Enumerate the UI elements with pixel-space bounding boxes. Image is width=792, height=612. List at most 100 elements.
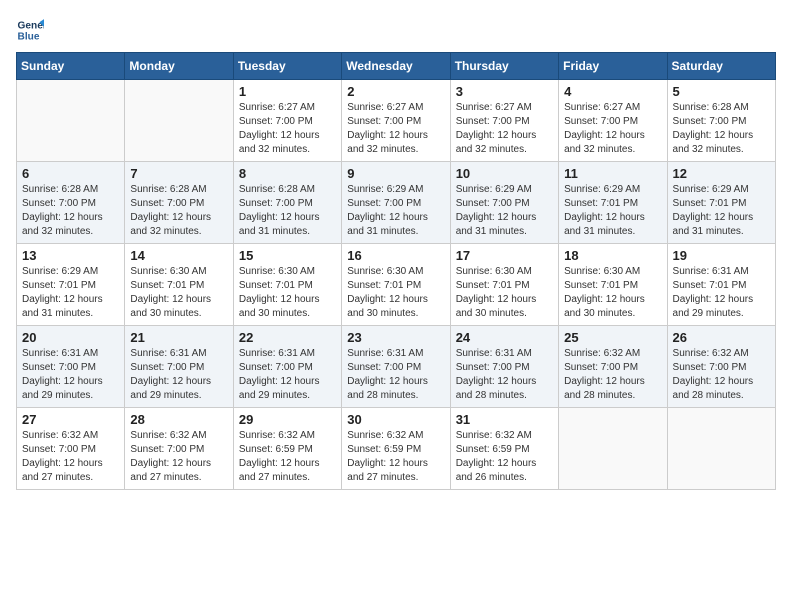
calendar-week-row: 6 Sunrise: 6:28 AM Sunset: 7:00 PM Daylig… <box>17 162 776 244</box>
calendar-cell: 15 Sunrise: 6:30 AM Sunset: 7:01 PM Dayli… <box>233 244 341 326</box>
day-number: 31 <box>456 412 553 427</box>
calendar-cell: 17 Sunrise: 6:30 AM Sunset: 7:01 PM Dayli… <box>450 244 558 326</box>
calendar-cell: 3Sunrise: 6:27 AM Sunset: 7:00 PM Daylig… <box>450 80 558 162</box>
day-info: Sunrise: 6:31 AM Sunset: 7:00 PM Dayligh… <box>239 347 336 403</box>
calendar-week-row: 20Sunrise: 6:31 AM Sunset: 7:00 PM Dayli… <box>17 326 776 408</box>
calendar-cell: 21 Sunrise: 6:31 AM Sunset: 7:00 PM Dayli… <box>125 326 233 408</box>
day-number: 1 <box>239 84 336 99</box>
day-number: 8 <box>239 166 336 181</box>
logo-icon: General Blue <box>16 16 44 44</box>
day-number: 13 <box>22 248 119 263</box>
day-number: 7 <box>130 166 227 181</box>
day-info: Sunrise: 6:29 AM Sunset: 7:00 PM Dayligh… <box>456 183 553 239</box>
day-number: 19 <box>673 248 770 263</box>
day-number: 24 <box>456 330 553 345</box>
day-info: Sunrise: 6:29 AM Sunset: 7:01 PM Dayligh… <box>22 265 119 321</box>
calendar-cell: 11 Sunrise: 6:29 AM Sunset: 7:01 PM Dayli… <box>559 162 667 244</box>
calendar-week-row: 13 Sunrise: 6:29 AM Sunset: 7:01 PM Dayli… <box>17 244 776 326</box>
day-info: Sunrise: 6:31 AM Sunset: 7:00 PM Dayligh… <box>130 347 227 403</box>
svg-text:Blue: Blue <box>18 31 40 42</box>
calendar-cell: 25Sunrise: 6:32 AM Sunset: 7:00 PM Dayli… <box>559 326 667 408</box>
day-info: Sunrise: 6:29 AM Sunset: 7:00 PM Dayligh… <box>347 183 444 239</box>
weekday-header-tuesday: Tuesday <box>233 53 341 80</box>
day-number: 22 <box>239 330 336 345</box>
day-number: 10 <box>456 166 553 181</box>
calendar-cell: 19Sunrise: 6:31 AM Sunset: 7:01 PM Dayli… <box>667 244 775 326</box>
day-info: Sunrise: 6:28 AM Sunset: 7:00 PM Dayligh… <box>22 183 119 239</box>
day-info: Sunrise: 6:32 AM Sunset: 7:00 PM Dayligh… <box>22 429 119 485</box>
day-info: Sunrise: 6:32 AM Sunset: 6:59 PM Dayligh… <box>456 429 553 485</box>
calendar-cell: 8 Sunrise: 6:28 AM Sunset: 7:00 PM Daylig… <box>233 162 341 244</box>
calendar-cell: 24 Sunrise: 6:31 AM Sunset: 7:00 PM Dayli… <box>450 326 558 408</box>
calendar-cell: 9 Sunrise: 6:29 AM Sunset: 7:00 PM Daylig… <box>342 162 450 244</box>
calendar-cell: 12Sunrise: 6:29 AM Sunset: 7:01 PM Dayli… <box>667 162 775 244</box>
day-number: 2 <box>347 84 444 99</box>
calendar-table: SundayMondayTuesdayWednesdayThursdayFrid… <box>16 52 776 490</box>
day-number: 27 <box>22 412 119 427</box>
calendar-cell: 31 Sunrise: 6:32 AM Sunset: 6:59 PM Dayli… <box>450 408 558 490</box>
calendar-week-row: 1 Sunrise: 6:27 AM Sunset: 7:00 PM Daylig… <box>17 80 776 162</box>
day-number: 30 <box>347 412 444 427</box>
day-number: 16 <box>347 248 444 263</box>
calendar-cell <box>17 80 125 162</box>
calendar-cell <box>667 408 775 490</box>
day-number: 26 <box>673 330 770 345</box>
weekday-header-monday: Monday <box>125 53 233 80</box>
day-number: 17 <box>456 248 553 263</box>
calendar-cell: 7 Sunrise: 6:28 AM Sunset: 7:00 PM Daylig… <box>125 162 233 244</box>
weekday-header-thursday: Thursday <box>450 53 558 80</box>
calendar-cell: 29 Sunrise: 6:32 AM Sunset: 6:59 PM Dayli… <box>233 408 341 490</box>
calendar-cell: 28Sunrise: 6:32 AM Sunset: 7:00 PM Dayli… <box>125 408 233 490</box>
day-number: 29 <box>239 412 336 427</box>
day-info: Sunrise: 6:32 AM Sunset: 7:00 PM Dayligh… <box>564 347 661 403</box>
weekday-header-sunday: Sunday <box>17 53 125 80</box>
day-info: Sunrise: 6:28 AM Sunset: 7:00 PM Dayligh… <box>673 101 770 157</box>
day-info: Sunrise: 6:32 AM Sunset: 6:59 PM Dayligh… <box>239 429 336 485</box>
calendar-cell: 22 Sunrise: 6:31 AM Sunset: 7:00 PM Dayli… <box>233 326 341 408</box>
calendar-cell: 5 Sunrise: 6:28 AM Sunset: 7:00 PM Daylig… <box>667 80 775 162</box>
day-number: 18 <box>564 248 661 263</box>
day-number: 4 <box>564 84 661 99</box>
day-number: 6 <box>22 166 119 181</box>
weekday-header-saturday: Saturday <box>667 53 775 80</box>
day-info: Sunrise: 6:30 AM Sunset: 7:01 PM Dayligh… <box>239 265 336 321</box>
calendar-cell: 14 Sunrise: 6:30 AM Sunset: 7:01 PM Dayli… <box>125 244 233 326</box>
calendar-cell: 27 Sunrise: 6:32 AM Sunset: 7:00 PM Dayli… <box>17 408 125 490</box>
calendar-cell <box>125 80 233 162</box>
day-number: 9 <box>347 166 444 181</box>
day-info: Sunrise: 6:30 AM Sunset: 7:01 PM Dayligh… <box>564 265 661 321</box>
day-info: Sunrise: 6:31 AM Sunset: 7:00 PM Dayligh… <box>456 347 553 403</box>
day-info: Sunrise: 6:27 AM Sunset: 7:00 PM Dayligh… <box>239 101 336 157</box>
day-number: 15 <box>239 248 336 263</box>
day-number: 11 <box>564 166 661 181</box>
day-number: 3 <box>456 84 553 99</box>
calendar-cell: 2 Sunrise: 6:27 AM Sunset: 7:00 PM Daylig… <box>342 80 450 162</box>
calendar-cell: 23 Sunrise: 6:31 AM Sunset: 7:00 PM Dayli… <box>342 326 450 408</box>
day-info: Sunrise: 6:31 AM Sunset: 7:00 PM Dayligh… <box>347 347 444 403</box>
day-info: Sunrise: 6:29 AM Sunset: 7:01 PM Dayligh… <box>673 183 770 239</box>
day-info: Sunrise: 6:30 AM Sunset: 7:01 PM Dayligh… <box>456 265 553 321</box>
calendar-cell: 4 Sunrise: 6:27 AM Sunset: 7:00 PM Daylig… <box>559 80 667 162</box>
day-info: Sunrise: 6:27 AM Sunset: 7:00 PM Dayligh… <box>564 101 661 157</box>
calendar-cell: 16 Sunrise: 6:30 AM Sunset: 7:01 PM Dayli… <box>342 244 450 326</box>
calendar-cell: 13 Sunrise: 6:29 AM Sunset: 7:01 PM Dayli… <box>17 244 125 326</box>
day-info: Sunrise: 6:27 AM Sunset: 7:00 PM Dayligh… <box>347 101 444 157</box>
calendar-week-row: 27 Sunrise: 6:32 AM Sunset: 7:00 PM Dayli… <box>17 408 776 490</box>
day-number: 23 <box>347 330 444 345</box>
day-info: Sunrise: 6:28 AM Sunset: 7:00 PM Dayligh… <box>130 183 227 239</box>
day-number: 14 <box>130 248 227 263</box>
day-number: 28 <box>130 412 227 427</box>
calendar-cell: 26 Sunrise: 6:32 AM Sunset: 7:00 PM Dayli… <box>667 326 775 408</box>
calendar-cell: 10 Sunrise: 6:29 AM Sunset: 7:00 PM Dayli… <box>450 162 558 244</box>
calendar-cell: 18 Sunrise: 6:30 AM Sunset: 7:01 PM Dayli… <box>559 244 667 326</box>
day-info: Sunrise: 6:32 AM Sunset: 7:00 PM Dayligh… <box>673 347 770 403</box>
day-number: 5 <box>673 84 770 99</box>
day-info: Sunrise: 6:30 AM Sunset: 7:01 PM Dayligh… <box>130 265 227 321</box>
logo: General Blue <box>16 16 48 44</box>
day-info: Sunrise: 6:30 AM Sunset: 7:01 PM Dayligh… <box>347 265 444 321</box>
day-number: 21 <box>130 330 227 345</box>
day-info: Sunrise: 6:29 AM Sunset: 7:01 PM Dayligh… <box>564 183 661 239</box>
calendar-cell: 6 Sunrise: 6:28 AM Sunset: 7:00 PM Daylig… <box>17 162 125 244</box>
day-info: Sunrise: 6:28 AM Sunset: 7:00 PM Dayligh… <box>239 183 336 239</box>
calendar-cell: 30Sunrise: 6:32 AM Sunset: 6:59 PM Dayli… <box>342 408 450 490</box>
